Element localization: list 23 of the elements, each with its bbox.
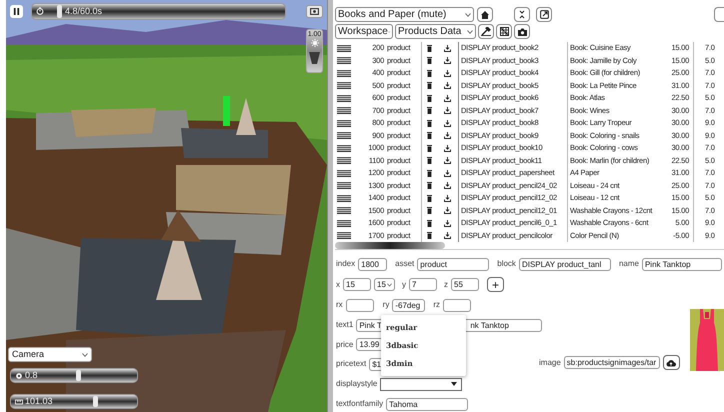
field-label: text1 <box>336 319 354 331</box>
slider-reading: 101.03 <box>25 396 53 407</box>
field-label: x <box>336 278 340 290</box>
slider-reading: 0.8 <box>25 370 38 381</box>
field-label: pricetext <box>336 358 366 370</box>
field-label: image <box>539 356 561 368</box>
select-value: Workspace <box>338 25 388 39</box>
select-value: Camera <box>12 348 44 361</box>
field-label: y <box>402 278 406 290</box>
field-label: asset <box>395 258 414 270</box>
field-label: price <box>336 338 354 350</box>
select-value: Products Data <box>398 25 462 39</box>
field-label: block <box>497 258 516 270</box>
select-value: Books and Paper (mute) <box>338 8 446 22</box>
field-label: z <box>444 278 448 290</box>
time-reading: 4.8/60.0s <box>65 5 102 17</box>
field-label: textfontfamily <box>336 398 384 410</box>
field-label: name <box>618 258 639 270</box>
field-label: displaystyle <box>336 378 378 390</box>
field-label: rz <box>433 299 440 311</box>
field-label: rx <box>336 299 343 311</box>
field-label: index <box>336 258 356 270</box>
field-label: ry <box>382 299 390 311</box>
